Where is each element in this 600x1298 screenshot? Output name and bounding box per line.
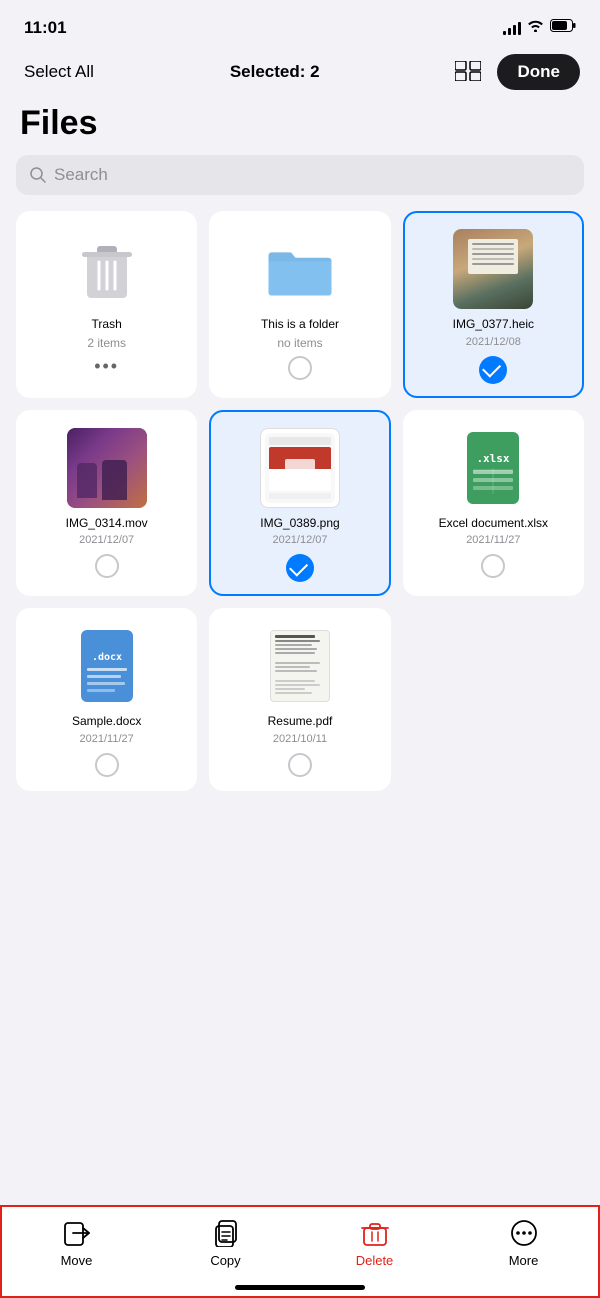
- heic-thumbnail: [453, 229, 533, 309]
- status-time: 11:01: [24, 18, 67, 38]
- copy-icon: [212, 1219, 240, 1247]
- video-thumbnail: [67, 428, 147, 508]
- selection-check[interactable]: [286, 554, 314, 582]
- delete-icon: [361, 1219, 389, 1247]
- more-label: More: [509, 1253, 539, 1268]
- move-button[interactable]: Move: [2, 1219, 151, 1268]
- video-thumb-area: [67, 428, 147, 508]
- folder-icon: [264, 239, 336, 299]
- battery-icon: [550, 19, 576, 37]
- move-icon: [63, 1219, 91, 1247]
- file-date: 2021/12/07: [79, 534, 134, 546]
- selection-circle[interactable]: [95, 753, 119, 777]
- file-name: IMG_0389.png: [260, 516, 339, 532]
- copy-label: Copy: [210, 1253, 240, 1268]
- file-name: Resume.pdf: [268, 714, 333, 730]
- trash-icon-area: [67, 229, 147, 309]
- xlsx-icon-area: .xlsx: [453, 428, 533, 508]
- page-title: Files: [0, 100, 600, 155]
- folder-icon-area: [260, 229, 340, 309]
- status-icons: [503, 19, 576, 37]
- png-thumbnail: [260, 428, 340, 508]
- docx-icon-area: .docx: [67, 626, 147, 706]
- file-name: IMG_0377.heic: [453, 317, 534, 333]
- heic-thumb-area: [453, 229, 533, 309]
- selection-circle[interactable]: [288, 356, 312, 380]
- search-bar[interactable]: Search: [16, 155, 584, 195]
- pdf-icon-area: [260, 626, 340, 706]
- file-card-folder[interactable]: This is a folder no items: [209, 211, 390, 398]
- done-button[interactable]: Done: [497, 54, 580, 90]
- more-dots: •••: [94, 356, 119, 377]
- home-indicator: [235, 1285, 365, 1290]
- select-all-button[interactable]: Select All: [20, 58, 98, 86]
- file-date: 2021/12/08: [466, 336, 521, 348]
- file-name: Sample.docx: [72, 714, 141, 730]
- files-grid: Trash 2 items ••• This is a folder no it…: [0, 211, 600, 791]
- file-date: 2021/11/27: [466, 534, 520, 546]
- file-subtitle: no items: [277, 336, 322, 350]
- selection-check[interactable]: [479, 356, 507, 384]
- file-card-trash[interactable]: Trash 2 items •••: [16, 211, 197, 398]
- selection-circle[interactable]: [481, 554, 505, 578]
- more-button[interactable]: More: [449, 1219, 598, 1268]
- file-subtitle: 2 items: [87, 336, 126, 350]
- view-toggle-button[interactable]: [451, 57, 485, 88]
- status-bar: 11:01: [0, 0, 600, 48]
- move-label: Move: [61, 1253, 93, 1268]
- selection-circle[interactable]: [288, 753, 312, 777]
- search-container: Search: [0, 155, 600, 211]
- svg-text:.docx: .docx: [92, 652, 122, 663]
- wifi-icon: [527, 19, 544, 37]
- png-thumb-area: [260, 428, 340, 508]
- file-name: This is a folder: [261, 317, 339, 333]
- file-name: Excel document.xlsx: [439, 516, 548, 532]
- delete-button[interactable]: Delete: [300, 1219, 449, 1268]
- file-card-resume[interactable]: Resume.pdf 2021/10/11: [209, 608, 390, 791]
- top-nav: Select All Selected: 2 Done: [0, 48, 600, 100]
- file-card-sample[interactable]: .docx Sample.docx 2021/11/27: [16, 608, 197, 791]
- search-icon: [30, 167, 46, 183]
- docx-icon: .docx: [77, 630, 137, 702]
- file-date: 2021/11/27: [80, 733, 134, 745]
- signal-icon: [503, 21, 521, 35]
- delete-label: Delete: [356, 1253, 394, 1268]
- file-date: 2021/10/11: [273, 733, 327, 745]
- file-card-img0314[interactable]: IMG_0314.mov 2021/12/07: [16, 410, 197, 597]
- selected-count: Selected: 2: [230, 62, 320, 82]
- svg-text:.xlsx: .xlsx: [477, 452, 510, 465]
- file-card-img0389[interactable]: IMG_0389.png 2021/12/07: [209, 410, 390, 597]
- grid-view-icon: [455, 61, 481, 81]
- file-card-excel[interactable]: .xlsx Excel document.xlsx 2021/11/27: [403, 410, 584, 597]
- xlsx-icon: .xlsx: [463, 432, 523, 504]
- pdf-thumbnail: [270, 630, 330, 702]
- file-name: Trash: [92, 317, 122, 333]
- file-name: IMG_0314.mov: [66, 516, 148, 532]
- file-card-img0377[interactable]: IMG_0377.heic 2021/12/08: [403, 211, 584, 398]
- file-date: 2021/12/07: [272, 534, 327, 546]
- nav-right: Done: [451, 54, 580, 90]
- search-placeholder: Search: [54, 165, 108, 185]
- trash-icon: [77, 234, 137, 304]
- copy-button[interactable]: Copy: [151, 1219, 300, 1268]
- selection-circle[interactable]: [95, 554, 119, 578]
- more-icon: [510, 1219, 538, 1247]
